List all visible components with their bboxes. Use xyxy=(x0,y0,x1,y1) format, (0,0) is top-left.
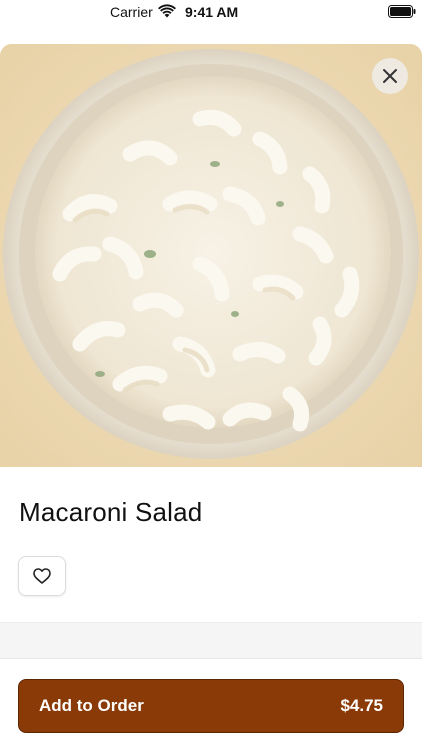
close-button[interactable] xyxy=(372,58,408,94)
product-photo xyxy=(0,44,422,467)
price-label: $4.75 xyxy=(340,696,383,715)
carrier-label: Carrier xyxy=(110,4,153,20)
status-time: 9:41 AM xyxy=(185,4,239,20)
add-to-order-button[interactable]: Add to Order $4.75 xyxy=(18,679,404,733)
add-to-order-label: Add to Order xyxy=(39,696,144,715)
favorite-button[interactable] xyxy=(18,556,66,596)
status-bar: Carrier 9:41 AM xyxy=(0,0,422,44)
bottom-action-bar: Add to Order $4.75 xyxy=(0,658,422,750)
wifi-icon xyxy=(158,4,176,18)
macaroni-salad-image xyxy=(0,44,422,467)
section-divider xyxy=(0,622,422,658)
product-details: Macaroni Salad Add to Order $4.75 xyxy=(0,467,422,750)
product-title: Macaroni Salad xyxy=(19,497,203,527)
heart-icon xyxy=(33,568,51,584)
close-icon xyxy=(383,69,397,83)
battery-icon xyxy=(388,5,416,18)
